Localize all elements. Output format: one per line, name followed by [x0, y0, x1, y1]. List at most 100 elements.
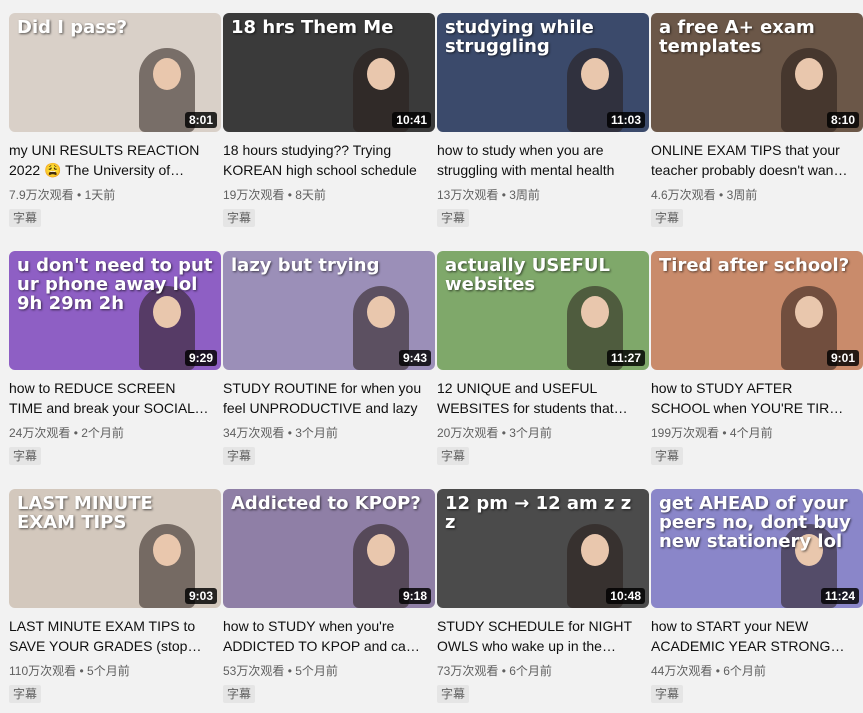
- upload-age: 3周前: [509, 188, 540, 202]
- duration-badge: 9:29: [184, 350, 217, 366]
- video-thumbnail[interactable]: Did I pass? 8:01: [9, 13, 221, 132]
- duration-badge: 10:48: [606, 588, 645, 604]
- view-count: 4.6万次观看: [651, 188, 716, 202]
- subtitles-badge: 字幕: [9, 685, 42, 703]
- video-card[interactable]: 12 pm → 12 am z z z 10:48 STUDY SCHEDULE…: [437, 489, 649, 713]
- subtitles-badge: 字幕: [651, 209, 684, 227]
- video-thumbnail[interactable]: Addicted to KPOP? 9:18: [223, 489, 435, 608]
- video-thumbnail[interactable]: a free A+ exam templates 8:10: [651, 13, 863, 132]
- duration-badge: 8:01: [184, 112, 217, 128]
- video-meta: 34万次观看 • 3个月前: [223, 424, 435, 442]
- video-card[interactable]: studying while struggling 11:03 how to s…: [437, 13, 649, 239]
- video-meta: 53万次观看 • 5个月前: [223, 662, 435, 680]
- meta-separator: •: [77, 188, 85, 202]
- subtitles-badge: 字幕: [223, 447, 256, 465]
- video-thumbnail[interactable]: 12 pm → 12 am z z z 10:48: [437, 489, 649, 608]
- subtitles-badge: 字幕: [223, 209, 256, 227]
- meta-separator: •: [79, 664, 88, 678]
- view-count: 24万次观看: [9, 426, 71, 440]
- subtitles-badge: 字幕: [651, 685, 684, 703]
- duration-badge: 8:10: [826, 112, 859, 128]
- subtitles-badge: 字幕: [437, 209, 470, 227]
- view-count: 7.9万次观看: [9, 188, 74, 202]
- video-title[interactable]: how to REDUCE SCREEN TIME and break your…: [9, 378, 209, 418]
- duration-badge: 9:03: [184, 588, 217, 604]
- subtitles-badge: 字幕: [437, 447, 470, 465]
- video-title[interactable]: how to STUDY when you're ADDICTED TO KPO…: [223, 616, 423, 656]
- video-meta: 110万次观看 • 5个月前: [9, 662, 221, 680]
- upload-age: 6个月前: [723, 664, 766, 678]
- video-title[interactable]: ONLINE EXAM TIPS that your teacher proba…: [651, 140, 851, 180]
- video-title[interactable]: my UNI RESULTS REACTION 2022 😩 The Unive…: [9, 140, 209, 180]
- video-meta: 199万次观看 • 4个月前: [651, 424, 863, 442]
- duration-badge: 11:27: [606, 350, 645, 366]
- duration-badge: 9:18: [398, 588, 431, 604]
- subtitles-badge: 字幕: [223, 685, 256, 703]
- upload-age: 3周前: [726, 188, 758, 202]
- video-thumbnail[interactable]: get AHEAD of your peers no, dont buy new…: [651, 489, 863, 608]
- video-thumbnail[interactable]: LAST MINUTE EXAM TIPS 9:03: [9, 489, 221, 608]
- video-meta: 13万次观看 • 3周前: [437, 186, 649, 204]
- thumbnail-caption: studying while struggling: [445, 17, 594, 57]
- subtitles-badge: 字幕: [651, 447, 684, 465]
- thumbnail-caption: Did I pass?: [17, 17, 128, 38]
- video-title[interactable]: how to START your NEW ACADEMIC YEAR STRO…: [651, 616, 851, 656]
- duration-badge: 9:43: [398, 350, 431, 366]
- upload-age: 5个月前: [87, 664, 130, 678]
- view-count: 199万次观看: [651, 426, 720, 440]
- meta-separator: •: [722, 426, 730, 440]
- view-count: 73万次观看: [437, 664, 499, 678]
- subtitles-badge: 字幕: [9, 209, 42, 227]
- thumbnail-caption: Tired after school?: [659, 255, 850, 276]
- video-meta: 19万次观看 • 8天前: [223, 186, 435, 204]
- view-count: 34万次观看: [223, 426, 285, 440]
- video-meta: 20万次观看 • 3个月前: [437, 424, 649, 442]
- upload-age: 3个月前: [295, 426, 338, 440]
- video-thumbnail[interactable]: u don't need to put ur phone away lol 9h…: [9, 251, 221, 370]
- video-card[interactable]: Did I pass? 8:01 my UNI RESULTS REACTION…: [9, 13, 221, 239]
- upload-age: 5个月前: [295, 664, 338, 678]
- view-count: 53万次观看: [223, 664, 285, 678]
- video-thumbnail[interactable]: lazy but trying 9:43: [223, 251, 435, 370]
- thumbnail-caption: lazy but trying: [231, 255, 380, 276]
- thumbnail-caption: a free A+ exam templates: [659, 17, 815, 57]
- view-count: 13万次观看: [437, 188, 499, 202]
- view-count: 44万次观看: [651, 664, 713, 678]
- video-thumbnail[interactable]: 18 hrs Them Me 10:41: [223, 13, 435, 132]
- video-title[interactable]: how to STUDY AFTER SCHOOL when YOU'RE TI…: [651, 378, 851, 418]
- subtitles-badge: 字幕: [437, 685, 470, 703]
- video-card[interactable]: 18 hrs Them Me 10:41 18 hours studying??…: [223, 13, 435, 239]
- video-meta: 44万次观看 • 6个月前: [651, 662, 863, 680]
- video-thumbnail[interactable]: actually USEFUL websites 11:27: [437, 251, 649, 370]
- view-count: 19万次观看: [223, 188, 285, 202]
- video-card[interactable]: a free A+ exam templates 8:10 ONLINE EXA…: [651, 13, 863, 239]
- duration-badge: 11:24: [820, 588, 859, 604]
- video-card[interactable]: actually USEFUL websites 11:27 12 UNIQUE…: [437, 251, 649, 477]
- video-thumbnail[interactable]: studying while struggling 11:03: [437, 13, 649, 132]
- video-card[interactable]: LAST MINUTE EXAM TIPS 9:03 LAST MINUTE E…: [9, 489, 221, 713]
- video-thumbnail[interactable]: Tired after school? 9:01: [651, 251, 863, 370]
- upload-age: 3个月前: [509, 426, 552, 440]
- thumbnail-caption: LAST MINUTE EXAM TIPS: [17, 493, 153, 533]
- video-title[interactable]: how to study when you are struggling wit…: [437, 140, 637, 180]
- video-card[interactable]: u don't need to put ur phone away lol 9h…: [9, 251, 221, 477]
- video-title[interactable]: 12 UNIQUE and USEFUL WEBSITES for studen…: [437, 378, 637, 418]
- video-title[interactable]: 18 hours studying?? Trying KOREAN high s…: [223, 140, 423, 180]
- video-meta: 73万次观看 • 6个月前: [437, 662, 649, 680]
- video-title[interactable]: LAST MINUTE EXAM TIPS to SAVE YOUR GRADE…: [9, 616, 209, 656]
- video-meta: 4.6万次观看 • 3周前: [651, 186, 863, 204]
- video-card[interactable]: Addicted to KPOP? 9:18 how to STUDY when…: [223, 489, 435, 713]
- video-title[interactable]: STUDY SCHEDULE for NIGHT OWLS who wake u…: [437, 616, 637, 656]
- duration-badge: 10:41: [392, 112, 431, 128]
- thumbnail-caption: 18 hrs Them Me: [231, 17, 394, 38]
- subtitles-badge: 字幕: [9, 447, 42, 465]
- video-meta: 7.9万次观看 • 1天前: [9, 186, 221, 204]
- thumbnail-caption: 12 pm → 12 am z z z: [445, 493, 632, 533]
- view-count: 110万次观看: [9, 664, 77, 678]
- video-title[interactable]: STUDY ROUTINE for when you feel UNPRODUC…: [223, 378, 423, 418]
- video-card[interactable]: get AHEAD of your peers no, dont buy new…: [651, 489, 863, 713]
- video-card[interactable]: lazy but trying 9:43 STUDY ROUTINE for w…: [223, 251, 435, 477]
- video-card[interactable]: Tired after school? 9:01 how to STUDY AF…: [651, 251, 863, 477]
- duration-badge: 11:03: [606, 112, 645, 128]
- view-count: 20万次观看: [437, 426, 499, 440]
